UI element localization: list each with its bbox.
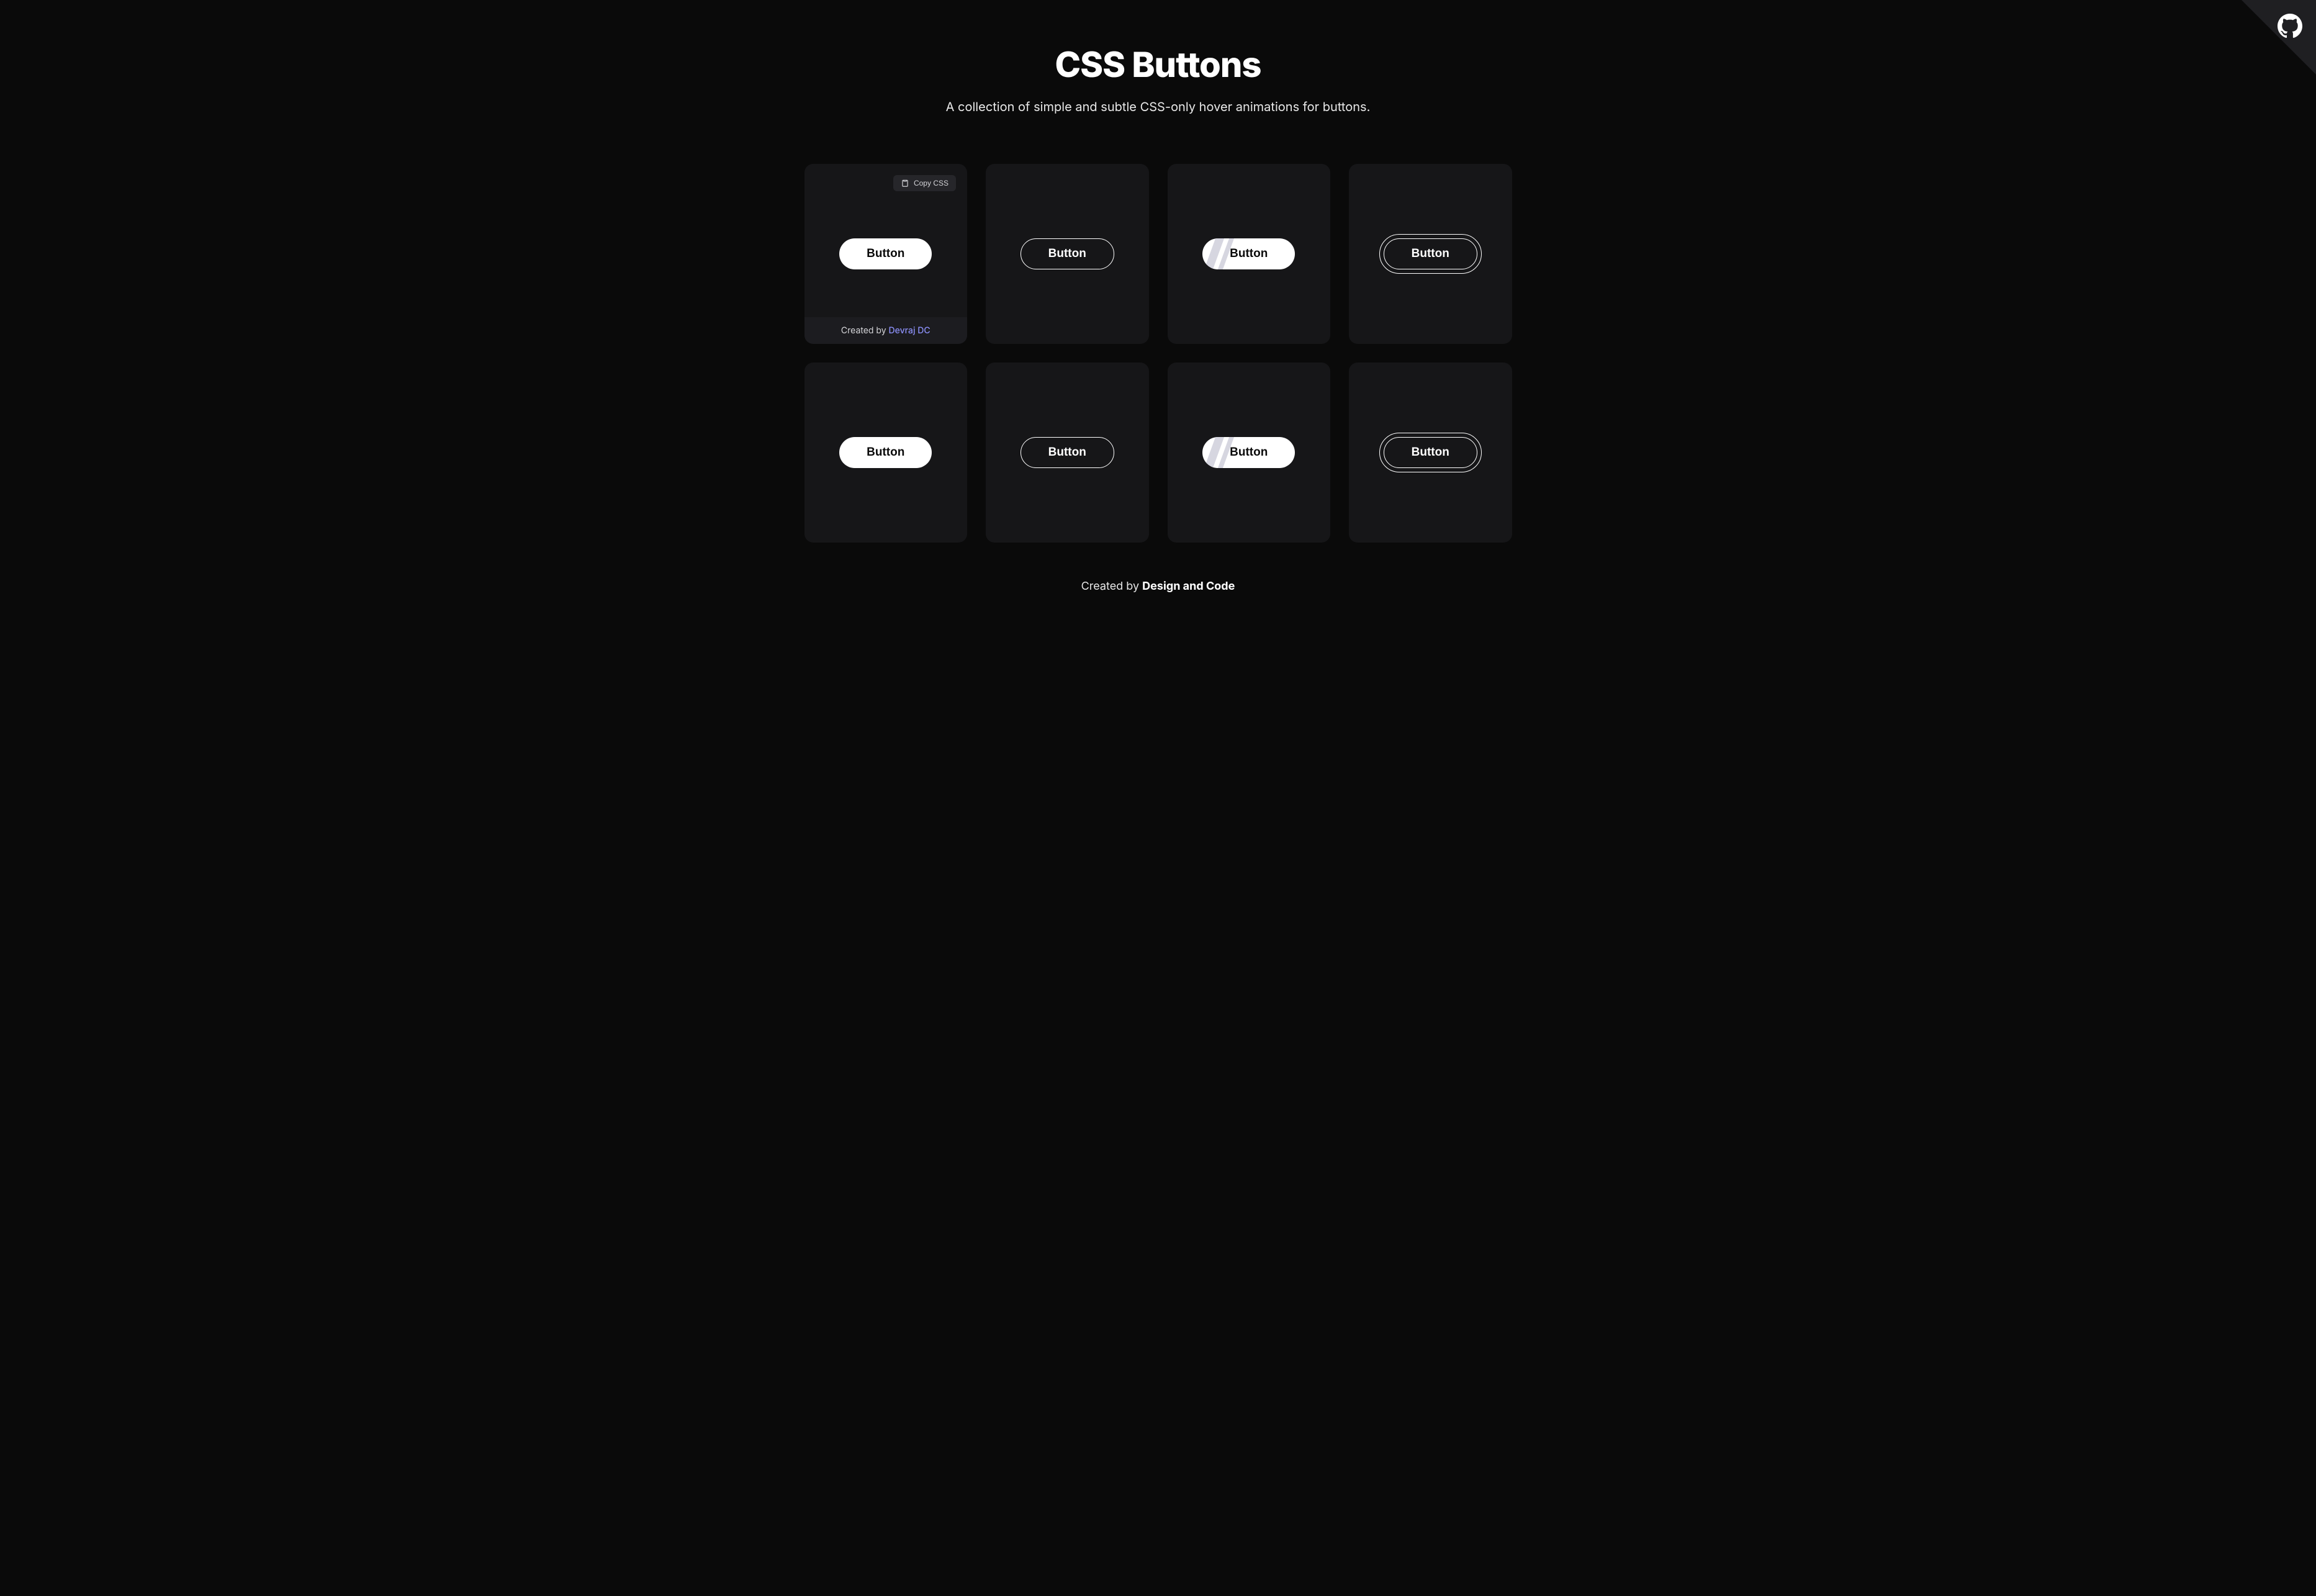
copy-css-button[interactable]: Copy CSS — [893, 175, 956, 191]
button-card: Button — [1349, 363, 1512, 543]
demo-button-solid[interactable]: Button — [839, 238, 932, 269]
clipboard-icon — [901, 179, 909, 187]
button-card: Button — [1168, 363, 1331, 543]
double-ring-wrap: Button — [1379, 234, 1482, 274]
author-link[interactable]: Devraj DC — [889, 325, 930, 336]
page-subtitle: A collection of simple and subtle CSS-on… — [0, 99, 2316, 114]
copy-css-label: Copy CSS — [914, 179, 948, 187]
demo-button-solid[interactable]: Button — [839, 437, 932, 468]
button-card: Button — [986, 363, 1149, 543]
demo-button-double-outline[interactable]: Button — [1384, 437, 1477, 468]
double-ring-wrap: Button — [1379, 433, 1482, 472]
button-card: Button — [986, 164, 1149, 344]
page-title: CSS Buttons — [0, 43, 2316, 86]
github-icon — [2278, 14, 2302, 38]
demo-button-outline[interactable]: Button — [1021, 238, 1114, 269]
demo-button-label: Button — [1230, 247, 1268, 260]
demo-button-striped[interactable]: Button — [1202, 437, 1295, 468]
demo-button-label: Button — [1230, 446, 1268, 459]
github-link[interactable] — [2278, 14, 2302, 41]
demo-button-striped[interactable]: Button — [1202, 238, 1295, 269]
footer-prefix: Created by — [1081, 580, 1143, 593]
page-footer: Created by Design and Code — [0, 580, 2316, 593]
created-by-prefix: Created by — [841, 325, 889, 336]
button-card: Copy CSS Button Created by Devraj DC — [804, 164, 968, 344]
button-card: Button — [1168, 164, 1331, 344]
card-footer: Created by Devraj DC — [804, 317, 968, 344]
demo-button-outline[interactable]: Button — [1021, 437, 1114, 468]
button-card: Button — [1349, 164, 1512, 344]
button-card: Button — [804, 363, 968, 543]
footer-author: Design and Code — [1142, 580, 1235, 593]
button-grid: Copy CSS Button Created by Devraj DC But… — [767, 164, 1549, 543]
demo-button-double-outline[interactable]: Button — [1384, 238, 1477, 269]
page-header: CSS Buttons A collection of simple and s… — [0, 0, 2316, 139]
